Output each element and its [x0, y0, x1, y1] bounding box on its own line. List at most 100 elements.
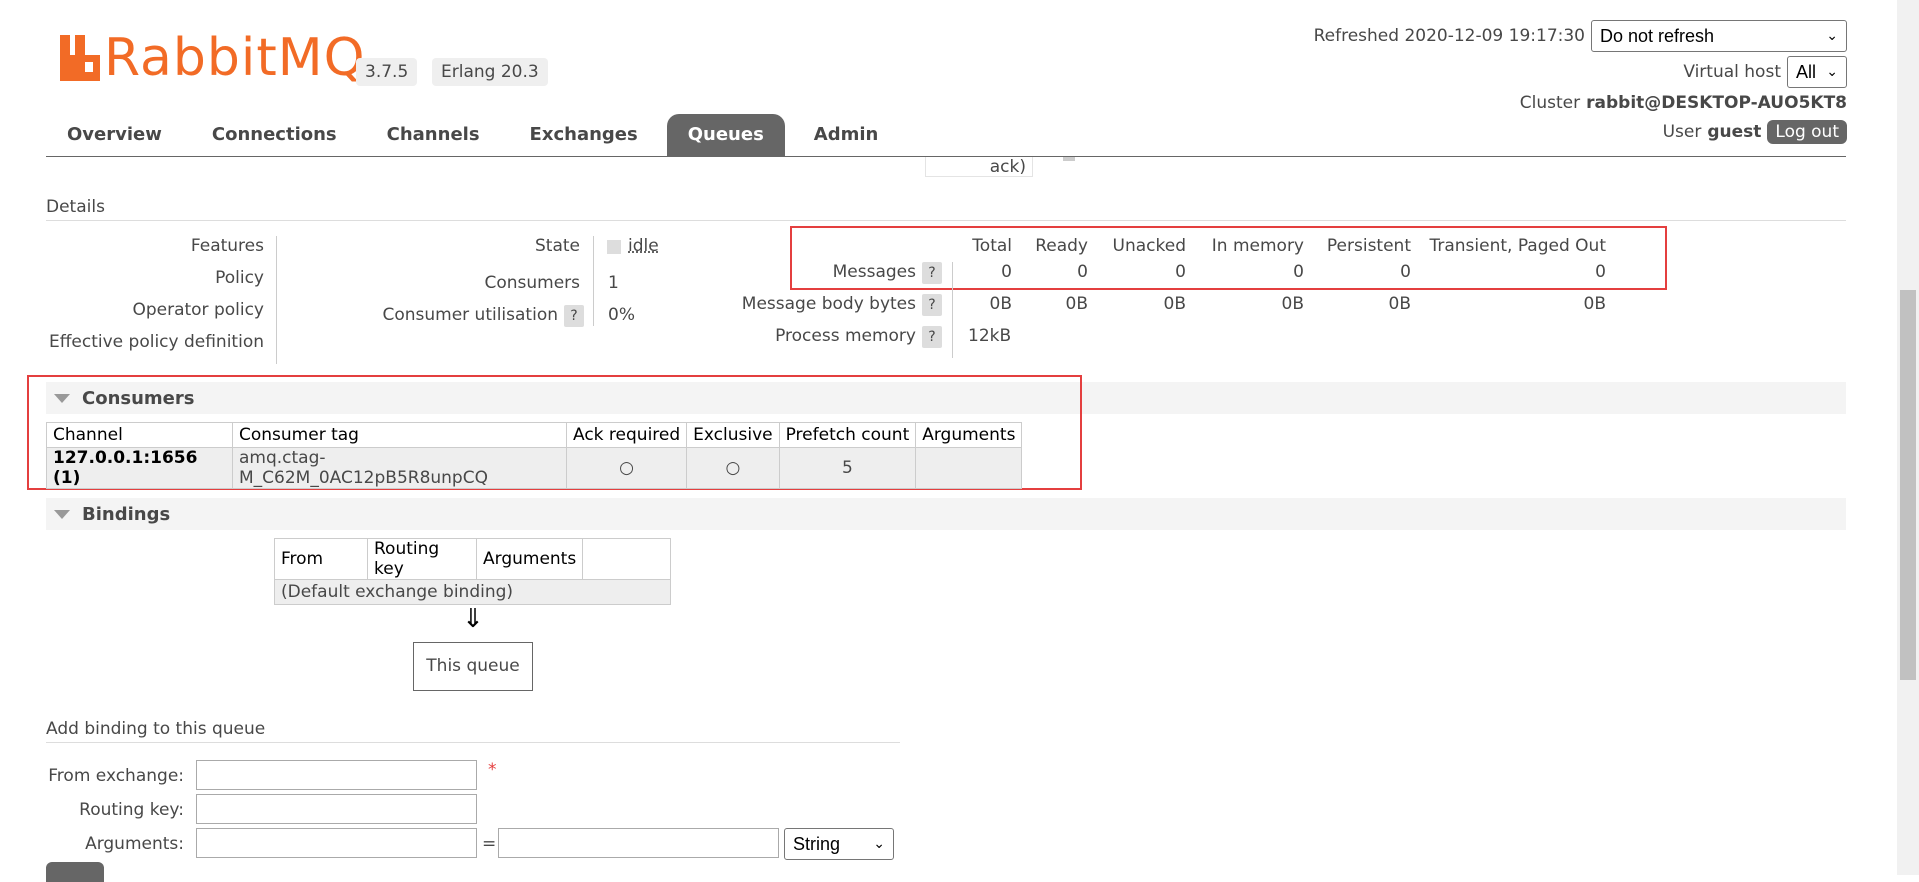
partial-cell-text: ack): [989, 157, 1026, 177]
partial-indicator: [1063, 157, 1075, 161]
col-ack-required: Ack required: [565, 422, 688, 448]
col-arguments: Arguments: [915, 422, 1023, 448]
arguments-label: Arguments:: [85, 834, 184, 854]
body-bytes-row: 0B 0B 0B 0B 0B 0B: [960, 294, 1610, 318]
help-icon[interactable]: ?: [922, 262, 942, 284]
stats-header-total: Total: [972, 236, 1012, 256]
stats-header-unacked: Unacked: [1112, 236, 1186, 256]
details-separator: [276, 236, 277, 364]
from-exchange-label: From exchange:: [48, 766, 184, 786]
bindings-title: Bindings: [82, 503, 171, 525]
vhost-select[interactable]: All ⌄: [1786, 56, 1847, 88]
chevron-down-icon: ⌄: [873, 835, 885, 851]
body-bytes-unacked: 0B: [1163, 294, 1186, 314]
help-icon[interactable]: ?: [922, 294, 942, 316]
version-badge: 3.7.5: [356, 58, 418, 86]
consumer-util-value: 0%: [608, 305, 635, 325]
features-label: Features: [190, 236, 264, 256]
col-channel: Channel: [46, 422, 233, 448]
refresh-select[interactable]: Do not refresh ⌄: [1591, 20, 1847, 52]
consumer-util-label: Consumer utilisation?: [330, 305, 584, 327]
policy-label: Policy: [215, 268, 264, 288]
col-exclusive: Exclusive: [686, 422, 780, 448]
effective-policy-label: Effective policy definition: [48, 332, 264, 352]
ack-required-cell: ○: [565, 447, 688, 489]
chevron-down-icon: ⌄: [1826, 27, 1838, 43]
exclusive-cell: ○: [686, 447, 780, 489]
scrollbar-thumb[interactable]: [1900, 290, 1916, 680]
tab-admin[interactable]: Admin: [793, 114, 900, 156]
messages-in-memory: 0: [1293, 262, 1304, 282]
equals-sign: =: [482, 834, 497, 854]
state-idle-icon: [607, 240, 621, 254]
messages-unacked: 0: [1175, 262, 1186, 282]
col-arguments: Arguments: [475, 538, 584, 580]
arrow-down-icon: ⇓: [462, 604, 484, 634]
partial-cell: ack): [925, 157, 1033, 177]
state-label: State: [535, 236, 580, 256]
routing-key-input[interactable]: [196, 794, 477, 824]
consumers-label: Consumers: [484, 273, 580, 293]
user-value: guest: [1707, 122, 1762, 142]
cluster-label: Cluster: [1519, 93, 1581, 113]
details-separator-2: [593, 236, 594, 326]
messages-row: 0 0 0 0 0 0: [960, 262, 1610, 286]
help-icon[interactable]: ?: [922, 326, 942, 348]
bindings-section-header[interactable]: Bindings: [46, 498, 1846, 530]
required-marker: *: [488, 760, 497, 780]
consumers-value: 1: [608, 273, 619, 293]
argument-type-select[interactable]: String ⌄: [784, 828, 894, 860]
stats-header-in-memory: In memory: [1211, 236, 1304, 256]
stats-header-ready: Ready: [1035, 236, 1088, 256]
messages-ready: 0: [1077, 262, 1088, 282]
col-from: From: [274, 538, 368, 580]
table-header-row: Channel Consumer tag Ack required Exclus…: [46, 422, 1023, 448]
vhost-label: Virtual host: [1683, 62, 1781, 82]
logout-button[interactable]: Log out: [1767, 120, 1847, 144]
add-binding-divider: [46, 742, 900, 743]
routing-key-label: Routing key:: [79, 800, 184, 820]
consumers-table: Channel Consumer tag Ack required Exclus…: [46, 422, 1023, 489]
argument-value-input[interactable]: [498, 828, 779, 858]
tab-connections[interactable]: Connections: [191, 114, 358, 156]
bindings-table: From Routing key Arguments (Default exch…: [274, 538, 671, 605]
prefetch-cell: 5: [778, 447, 917, 489]
channel-link[interactable]: 127.0.0.1:1656 (1): [46, 447, 233, 489]
state-value[interactable]: idle: [628, 236, 659, 256]
messages-persistent: 0: [1400, 262, 1411, 282]
help-icon[interactable]: ?: [564, 305, 584, 327]
body-bytes-total: 0B: [989, 294, 1012, 314]
process-memory-label: Process memory?: [700, 326, 942, 348]
brand-name: RabbitMQ: [104, 28, 366, 88]
consumers-table-wrap: Channel Consumer tag Ack required Exclus…: [46, 422, 1023, 489]
col-empty: [582, 538, 671, 580]
rabbitmq-logo[interactable]: RabbitMQ TM: [60, 30, 381, 86]
bind-button[interactable]: [46, 862, 104, 882]
table-row: 127.0.0.1:1656 (1) amq.ctag-M_C62M_0AC12…: [46, 447, 1023, 489]
details-divider: [46, 220, 1846, 221]
stats-header-transient: Transient, Paged Out: [1429, 236, 1606, 256]
cluster-value: rabbit@DESKTOP-AUO5KT8: [1586, 93, 1847, 113]
details-title: Details: [46, 197, 105, 217]
messages-total: 0: [1001, 262, 1012, 282]
messages-transient: 0: [1595, 262, 1606, 282]
erlang-badge: Erlang 20.3: [432, 58, 548, 86]
col-prefetch: Prefetch count: [778, 422, 917, 448]
table-row: (Default exchange binding): [274, 579, 671, 605]
rabbitmq-logo-icon: [60, 35, 100, 81]
tab-overview[interactable]: Overview: [46, 114, 183, 156]
this-queue-box: This queue: [413, 642, 533, 691]
tab-channels[interactable]: Channels: [366, 114, 501, 156]
argument-key-input[interactable]: [196, 828, 477, 858]
body-bytes-ready: 0B: [1065, 294, 1088, 314]
body-bytes-label: Message body bytes?: [700, 294, 942, 316]
tab-queues[interactable]: Queues: [666, 114, 785, 156]
tab-exchanges[interactable]: Exchanges: [509, 114, 659, 156]
user-label: User: [1662, 122, 1702, 142]
stats-header-persistent: Persistent: [1326, 236, 1411, 256]
chevron-down-icon: ⌄: [1826, 63, 1838, 79]
operator-policy-label: Operator policy: [132, 300, 264, 320]
from-exchange-input[interactable]: [196, 760, 477, 790]
messages-label: Messages?: [700, 262, 942, 284]
col-routing-key: Routing key: [367, 538, 477, 580]
